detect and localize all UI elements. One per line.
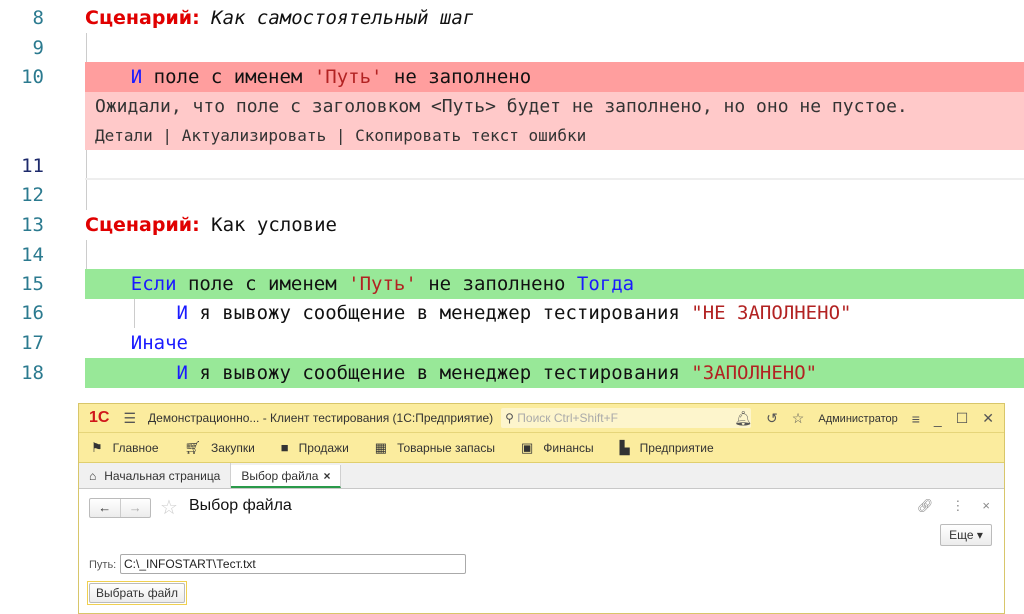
star-icon[interactable]: ☆ xyxy=(792,410,805,427)
menu-item-finance[interactable]: ▣ Финансы xyxy=(521,440,594,456)
bell-icon[interactable]: 🔔︎ xyxy=(734,410,752,427)
code-line-12: 12 xyxy=(21,184,44,206)
grid-icon: ▦ xyxy=(374,439,388,455)
1c-logo: 1С xyxy=(89,409,110,426)
code-line-16: 16 И я вывожу сообщение в менеджер тести… xyxy=(21,302,852,324)
home-icon: ⌂ xyxy=(89,468,97,483)
copy-error-link[interactable]: Скопировать текст ошибки xyxy=(355,126,586,145)
path-input[interactable]: C:\_INFOSTART\Тест.txt xyxy=(120,554,466,574)
search-input[interactable]: ⚲ Поиск Ctrl+Shift+F xyxy=(501,408,752,428)
more-button[interactable]: Еще ▾ xyxy=(940,524,992,546)
title-bar: 1С ☰ Демонстрационно... - Клиент тестиро… xyxy=(79,404,1004,433)
search-icon: ⚲ xyxy=(505,411,518,425)
forward-arrow-icon[interactable]: → xyxy=(119,499,151,517)
tab-home[interactable]: ⌂ Начальная страница xyxy=(79,463,232,488)
path-label: Путь: xyxy=(89,559,117,571)
actualize-link[interactable]: Актуализировать xyxy=(182,126,327,145)
code-line-13: 13 Сценарий: Как условие xyxy=(21,214,337,236)
tab-close-icon[interactable]: × xyxy=(323,469,330,483)
menu-item-inventory[interactable]: ▦ Товарные запасы xyxy=(375,440,495,456)
code-line-11[interactable]: 11 xyxy=(0,151,1024,181)
1c-client-window: 1С ☰ Демонстрационно... - Клиент тестиро… xyxy=(78,403,1005,614)
code-line-14: 14 xyxy=(21,244,44,266)
factory-icon: ▙ xyxy=(619,439,630,455)
favorite-star-icon[interactable]: ☆ xyxy=(160,495,178,520)
menu-hamburger-icon[interactable]: ☰ xyxy=(123,410,136,427)
cart-icon: 🛒︎ xyxy=(184,439,202,455)
error-text: Ожидали, что поле с заголовком <Путь> бу… xyxy=(95,96,908,117)
code-line-8: 8 Сценарий: Как самостоятельный шаг xyxy=(32,7,475,29)
history-icon[interactable]: ↺ xyxy=(766,410,778,427)
open-tabs: ⌂ Начальная страница Выбор файла × xyxy=(79,463,1004,489)
nav-buttons: ← → xyxy=(89,498,151,518)
settings-menu-icon[interactable]: ≡ xyxy=(912,411,920,427)
maximize-icon[interactable]: ☐ xyxy=(956,410,969,427)
link-icon[interactable]: 🔗︎ xyxy=(917,498,934,514)
wallet-icon: ▣ xyxy=(520,439,534,455)
more-vertical-icon[interactable]: ⋮ xyxy=(951,498,964,514)
bag-icon: ■ xyxy=(280,440,289,455)
minimize-icon[interactable]: _ xyxy=(934,411,942,427)
flag-icon: ⚑ xyxy=(91,439,103,455)
menu-item-sales[interactable]: ■ Продажи xyxy=(281,440,349,455)
back-arrow-icon[interactable]: ← xyxy=(90,499,120,517)
tab-choose-file[interactable]: Выбор файла × xyxy=(231,465,342,488)
code-editor: 8 Сценарий: Как самостоятельный шаг 9 10… xyxy=(0,0,1024,400)
details-link[interactable]: Детали xyxy=(95,126,153,145)
close-icon[interactable]: ✕ xyxy=(982,410,994,427)
form-title: Выбор файла xyxy=(189,497,292,514)
error-message-box: Ожидали, что поле с заголовком <Путь> бу… xyxy=(85,92,1024,150)
code-line-18: 18 И я вывожу сообщение в менеджер тести… xyxy=(0,358,1024,388)
user-name[interactable]: Администратор xyxy=(818,413,897,425)
menu-item-enterprise[interactable]: ▙ Предприятие xyxy=(620,440,714,456)
form-content: ← → ☆ Выбор файла 🔗︎ ⋮ × Еще ▾ Путь: C:\_IN… xyxy=(79,489,1004,613)
choose-file-button[interactable]: Выбрать файл xyxy=(87,581,187,605)
code-line-10: 10 И поле с именем 'Путь' не заполнено xyxy=(0,62,1024,92)
menu-item-purchases[interactable]: 🛒︎ Закупки xyxy=(185,440,255,456)
sections-menu: ⚑ Главное 🛒︎ Закупки ■ Продажи ▦ Товарные за… xyxy=(79,433,1004,463)
code-line-9: 9 xyxy=(32,37,44,59)
form-close-icon[interactable]: × xyxy=(982,498,990,514)
menu-item-main[interactable]: ⚑ Главное xyxy=(91,440,159,456)
code-line-15: 15 Если поле с именем 'Путь' не заполнен… xyxy=(0,269,1024,299)
code-line-17: 17 Иначе xyxy=(21,332,188,354)
window-title: Демонстрационно... - Клиент тестирования… xyxy=(148,411,494,425)
